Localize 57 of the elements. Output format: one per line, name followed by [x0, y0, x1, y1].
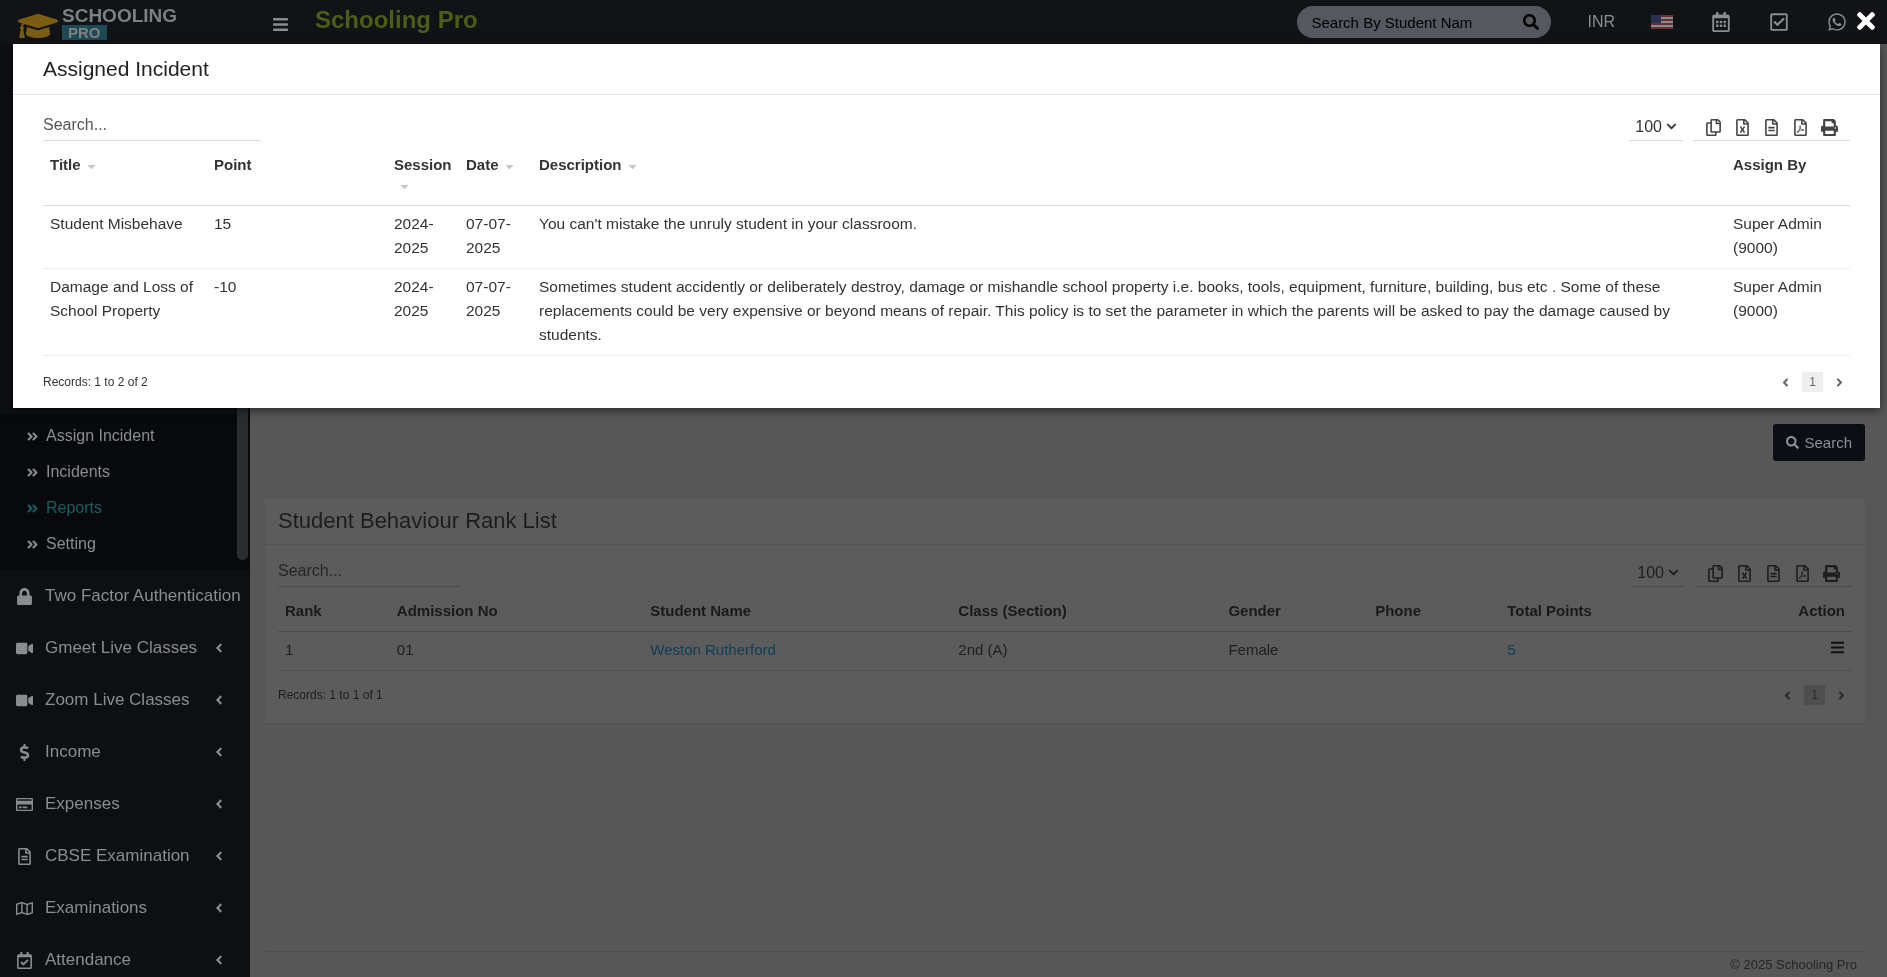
column-header: Action	[1718, 595, 1852, 632]
page-button[interactable]: 1	[1802, 372, 1823, 392]
sidebar-item[interactable]: Two Factor Authentication	[0, 570, 250, 622]
table-cell: 2nd (A)	[951, 631, 1222, 671]
sidebar-item[interactable]: Income	[0, 726, 250, 778]
table-cell: 2024-2025	[387, 205, 459, 269]
table-cell: -10	[207, 268, 387, 356]
column-header[interactable]: Title	[43, 149, 207, 206]
search-button[interactable]: Search	[1773, 424, 1865, 461]
table-cell: Female	[1221, 631, 1369, 671]
sidebar-item[interactable]: Gmeet Live Classes	[0, 622, 250, 674]
table-cell: Student Misbehave	[43, 205, 207, 269]
table-cell: Super Admin (9000)	[1726, 268, 1850, 356]
sidebar-item[interactable]: Examinations	[0, 882, 250, 934]
sidebar-item[interactable]: Attendance	[0, 934, 250, 977]
currency-label[interactable]: INR	[1587, 13, 1615, 31]
search-field[interactable]: Search By Student Nam	[1297, 6, 1552, 38]
table-cell: 01	[389, 631, 644, 671]
sidebar-subitem[interactable]: Setting	[0, 526, 250, 562]
table-cell: You can't mistake the unruly student in your classroom.	[532, 205, 1726, 269]
logo-text: PRO	[62, 25, 107, 40]
panel-title: Student Behaviour Rank List	[265, 498, 1865, 545]
table-cell: Damage and Loss of School Property	[43, 268, 207, 356]
table-cell: 07-07-2025	[459, 268, 532, 356]
page-size-select[interactable]: 100	[1629, 113, 1683, 141]
modal-title: Assigned Incident	[43, 57, 209, 81]
sidebar-subitem-label[interactable]: Assign Incident	[46, 427, 155, 445]
sidebar-item[interactable]: Expenses	[0, 778, 250, 830]
app-name: Schooling Pro	[315, 6, 478, 34]
table-cell: Super Admin (9000)	[1726, 205, 1850, 269]
sidebar-subitem-label[interactable]: Incidents	[46, 463, 111, 481]
records-count: Records: 1 to 2 of 2	[43, 375, 148, 389]
logo-text: SCHOOLING	[62, 6, 178, 25]
column-header[interactable]: Date	[459, 149, 532, 206]
sidebar-subitem-label[interactable]: Setting	[46, 535, 96, 553]
column-header: Admission No	[389, 595, 644, 632]
sidebar-subitem[interactable]: Incidents	[0, 454, 250, 490]
table-cell: 07-07-2025	[459, 205, 532, 269]
column-header: Assign By	[1726, 149, 1850, 206]
sidebar-item[interactable]: CBSE Examination	[0, 830, 250, 882]
column-header: Student Name	[643, 595, 952, 632]
column-header: Gender	[1221, 595, 1369, 632]
column-header: Rank	[278, 595, 390, 632]
table-cell: 5	[1500, 631, 1719, 671]
sidebar-item[interactable]: Zoom Live Classes	[0, 674, 250, 726]
table-cell: 1	[278, 631, 390, 671]
column-header: Phone	[1368, 595, 1501, 632]
column-header: Total Points	[1500, 595, 1719, 632]
table-cell: Sometimes student accidently or deliberately destroy, damage or mishandle school property i.e. books, tools, equipment, furniture, building, bus etc . Some of these replacements could be very expensive or beyond means of repair. This policy is to set the parameter in which the parents will be asked to pay the damage caused by students.	[532, 268, 1726, 356]
records-count: Records: 1 to 1 of 1	[278, 688, 383, 702]
column-header[interactable]: Description	[532, 149, 1726, 206]
sidebar-subitem[interactable]: Assign Incident	[0, 418, 250, 454]
table-cell: 15	[207, 205, 387, 269]
table-cell: 2024-2025	[387, 268, 459, 356]
column-header: Class (Section)	[951, 595, 1222, 632]
column-header[interactable]: Session	[387, 149, 459, 206]
column-header: Point	[207, 149, 387, 206]
